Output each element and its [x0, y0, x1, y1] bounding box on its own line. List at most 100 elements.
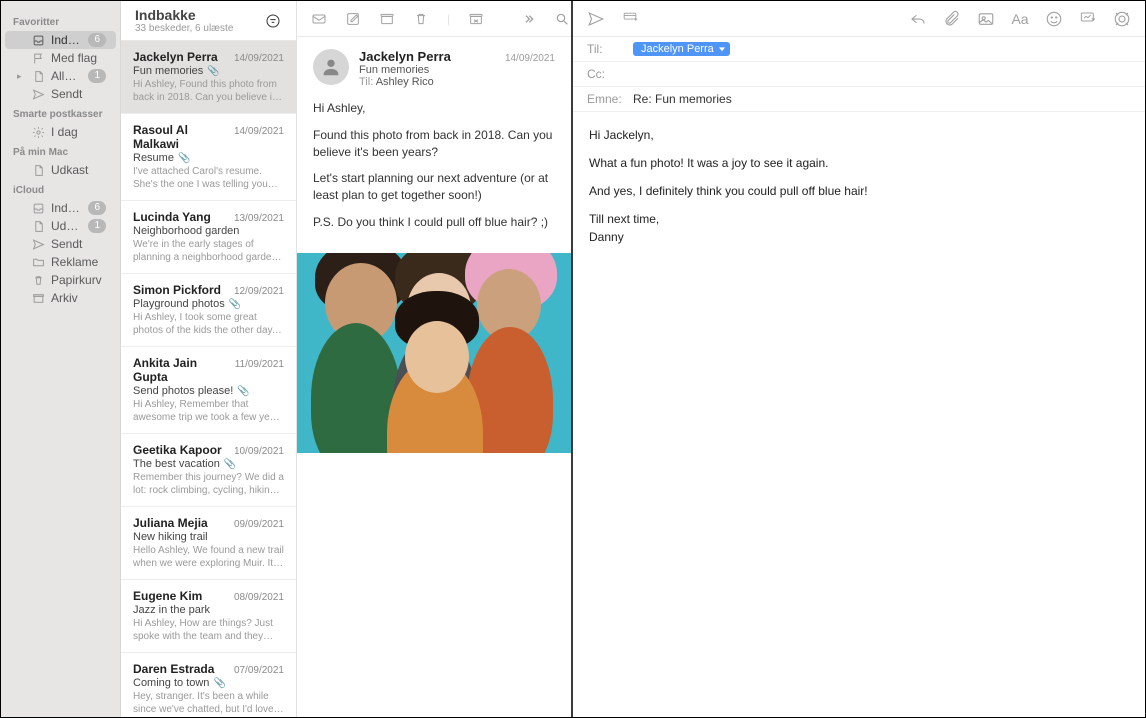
photo-icon[interactable] [977, 10, 995, 28]
filter-icon[interactable] [264, 12, 282, 30]
sidebar-item-indbakke[interactable]: Indbakke6 [5, 199, 116, 217]
compose-body[interactable]: Hi Jackelyn,What a fun photo! It was a j… [573, 112, 1145, 270]
message-preview: Remember this journey? We did a lot: roc… [133, 471, 284, 497]
sidebar: FavoritterIndbakke6Med flag▸Alle udk…1Se… [1, 1, 121, 717]
message-date: 12/09/2021 [234, 286, 284, 297]
reader-header: Jackelyn Perra 14/09/2021 Fun memories T… [297, 37, 571, 96]
archive-icon[interactable] [379, 10, 395, 28]
message-row[interactable]: Geetika Kapoor10/09/2021The best vacatio… [121, 434, 296, 507]
sidebar-item-indbakke[interactable]: Indbakke6 [5, 31, 116, 49]
compose-subject-field[interactable]: Emne: Re: Fun memories [573, 87, 1145, 111]
message-date: 09/09/2021 [234, 519, 284, 530]
compose-paragraph: And yes, I definitely think you could pu… [589, 182, 1129, 200]
sidebar-item-label: I dag [51, 125, 106, 139]
reader-paragraph: Hi Ashley, [313, 100, 555, 117]
compose-to-field[interactable]: Til: Jackelyn Perra [573, 37, 1145, 62]
sidebar-item-udkast[interactable]: Udkast [5, 161, 116, 179]
archive-icon [31, 291, 45, 305]
message-date: 08/09/2021 [234, 592, 284, 603]
media-browser-icon[interactable] [1079, 10, 1097, 28]
paperclip-icon: 📎 [224, 459, 236, 470]
trash-icon [31, 273, 45, 287]
sidebar-item-reklame[interactable]: Reklame [5, 253, 116, 271]
message-date: 07/09/2021 [234, 665, 284, 676]
sidebar-item-alle-udk-[interactable]: ▸Alle udk…1 [5, 67, 116, 85]
header-fields-icon[interactable] [621, 10, 639, 28]
compose-pane: Aa Til: Jackelyn Perra Cc: Emne: Re: Fun… [573, 1, 1145, 717]
message-row[interactable]: Daren Estrada07/09/2021Coming to town📎He… [121, 653, 296, 717]
paperclip-icon: 📎 [237, 386, 249, 397]
reader-to: Til: Ashley Rico [359, 76, 555, 88]
inbox-icon [31, 201, 45, 215]
message-row[interactable]: Jackelyn Perra14/09/2021Fun memories📎Hi … [121, 41, 296, 114]
reader-toolbar: | [297, 1, 571, 37]
message-subject: Neighborhood garden [133, 225, 239, 237]
search-icon[interactable] [554, 10, 570, 28]
compose-icon[interactable] [345, 10, 361, 28]
compose-paragraph: What a fun photo! It was a joy to see it… [589, 154, 1129, 172]
message-subject: Coming to town [133, 677, 209, 689]
emoji-icon[interactable] [1045, 10, 1063, 28]
sidebar-item-med-flag[interactable]: Med flag [5, 49, 116, 67]
attachment-image[interactable] [297, 253, 571, 453]
sidebar-item-label: Udkast [51, 163, 106, 177]
sidebar-section-title: Smarte postkasser [1, 103, 120, 123]
folder-icon [31, 255, 45, 269]
message-subject: Jazz in the park [133, 604, 210, 616]
message-date: 14/09/2021 [234, 126, 284, 137]
message-row[interactable]: Lucinda Yang13/09/2021Neighborhood garde… [121, 201, 296, 274]
attachment-icon[interactable] [943, 10, 961, 28]
reader-body: Hi Ashley,Found this photo from back in … [297, 96, 571, 253]
message-row[interactable]: Eugene Kim08/09/2021Jazz in the parkHi A… [121, 580, 296, 653]
message-preview: Hi Ashley, Remember that awesome trip we… [133, 398, 284, 424]
compose-paragraph: Till next time,Danny [589, 210, 1129, 246]
message-row[interactable]: Rasoul Al Malkawi14/09/2021Resume📎I've a… [121, 114, 296, 201]
message-preview: Hi Ashley, Found this photo from back in… [133, 78, 284, 104]
message-from: Juliana Mejia [133, 516, 208, 530]
recipient-token[interactable]: Jackelyn Perra [633, 42, 730, 56]
reader-pane: | Jackelyn Perra 14/09/2021 Fun memories… [297, 1, 573, 717]
reply-icon[interactable] [311, 10, 327, 28]
inbox-icon [31, 33, 45, 47]
message-list-header: Indbakke 33 beskeder, 6 ulæste [121, 1, 296, 41]
count-badge: 6 [88, 33, 106, 47]
message-preview: Hey, stranger. It's been a while since w… [133, 690, 284, 716]
message-row[interactable]: Juliana Mejia09/09/2021New hiking trailH… [121, 507, 296, 580]
sidebar-item-label: Sendt [51, 237, 106, 251]
sidebar-item-arkiv[interactable]: Arkiv [5, 289, 116, 307]
more-icon[interactable] [520, 10, 536, 28]
sidebar-item-label: Papirkurv [51, 273, 106, 287]
doc-icon [31, 163, 45, 177]
message-date: 10/09/2021 [234, 446, 284, 457]
message-date: 14/09/2021 [234, 53, 284, 64]
sent-icon [31, 237, 45, 251]
sidebar-item-papirkurv[interactable]: Papirkurv [5, 271, 116, 289]
count-badge: 1 [88, 219, 106, 233]
message-date: 11/09/2021 [235, 359, 284, 370]
flag-icon [31, 51, 45, 65]
doc-icon [31, 69, 45, 83]
reader-paragraph: P.S. Do you think I could pull off blue … [313, 214, 555, 231]
reply-arrow-icon[interactable] [909, 10, 927, 28]
reader-paragraph: Let's start planning our next adventure … [313, 170, 555, 204]
message-from: Daren Estrada [133, 662, 214, 676]
doc-icon [31, 219, 45, 233]
sidebar-item-sendt[interactable]: Sendt [5, 235, 116, 253]
sidebar-item-udkast[interactable]: Udkast1 [5, 217, 116, 235]
trash-icon[interactable] [413, 10, 429, 28]
sidebar-item-label: Med flag [51, 51, 106, 65]
message-preview: Hi Ashley, I took some great photos of t… [133, 311, 284, 337]
sidebar-item-sendt[interactable]: Sendt [5, 85, 116, 103]
send-icon[interactable] [587, 10, 605, 28]
sidebar-item-i-dag[interactable]: I dag [5, 123, 116, 141]
message-preview: We're in the early stages of planning a … [133, 238, 284, 264]
message-preview: Hello Ashley, We found a new trail when … [133, 544, 284, 570]
message-row[interactable]: Simon Pickford12/09/2021Playground photo… [121, 274, 296, 347]
compose-cc-field[interactable]: Cc: [573, 62, 1145, 87]
format-icon[interactable]: Aa [1011, 10, 1029, 28]
markup-icon[interactable] [1113, 10, 1131, 28]
message-row[interactable]: Ankita Jain Gupta11/09/2021Send photos p… [121, 347, 296, 434]
message-list[interactable]: Jackelyn Perra14/09/2021Fun memories📎Hi … [121, 41, 296, 717]
junk-icon[interactable] [468, 10, 484, 28]
message-list-pane: Indbakke 33 beskeder, 6 ulæste Jackelyn … [121, 1, 297, 717]
